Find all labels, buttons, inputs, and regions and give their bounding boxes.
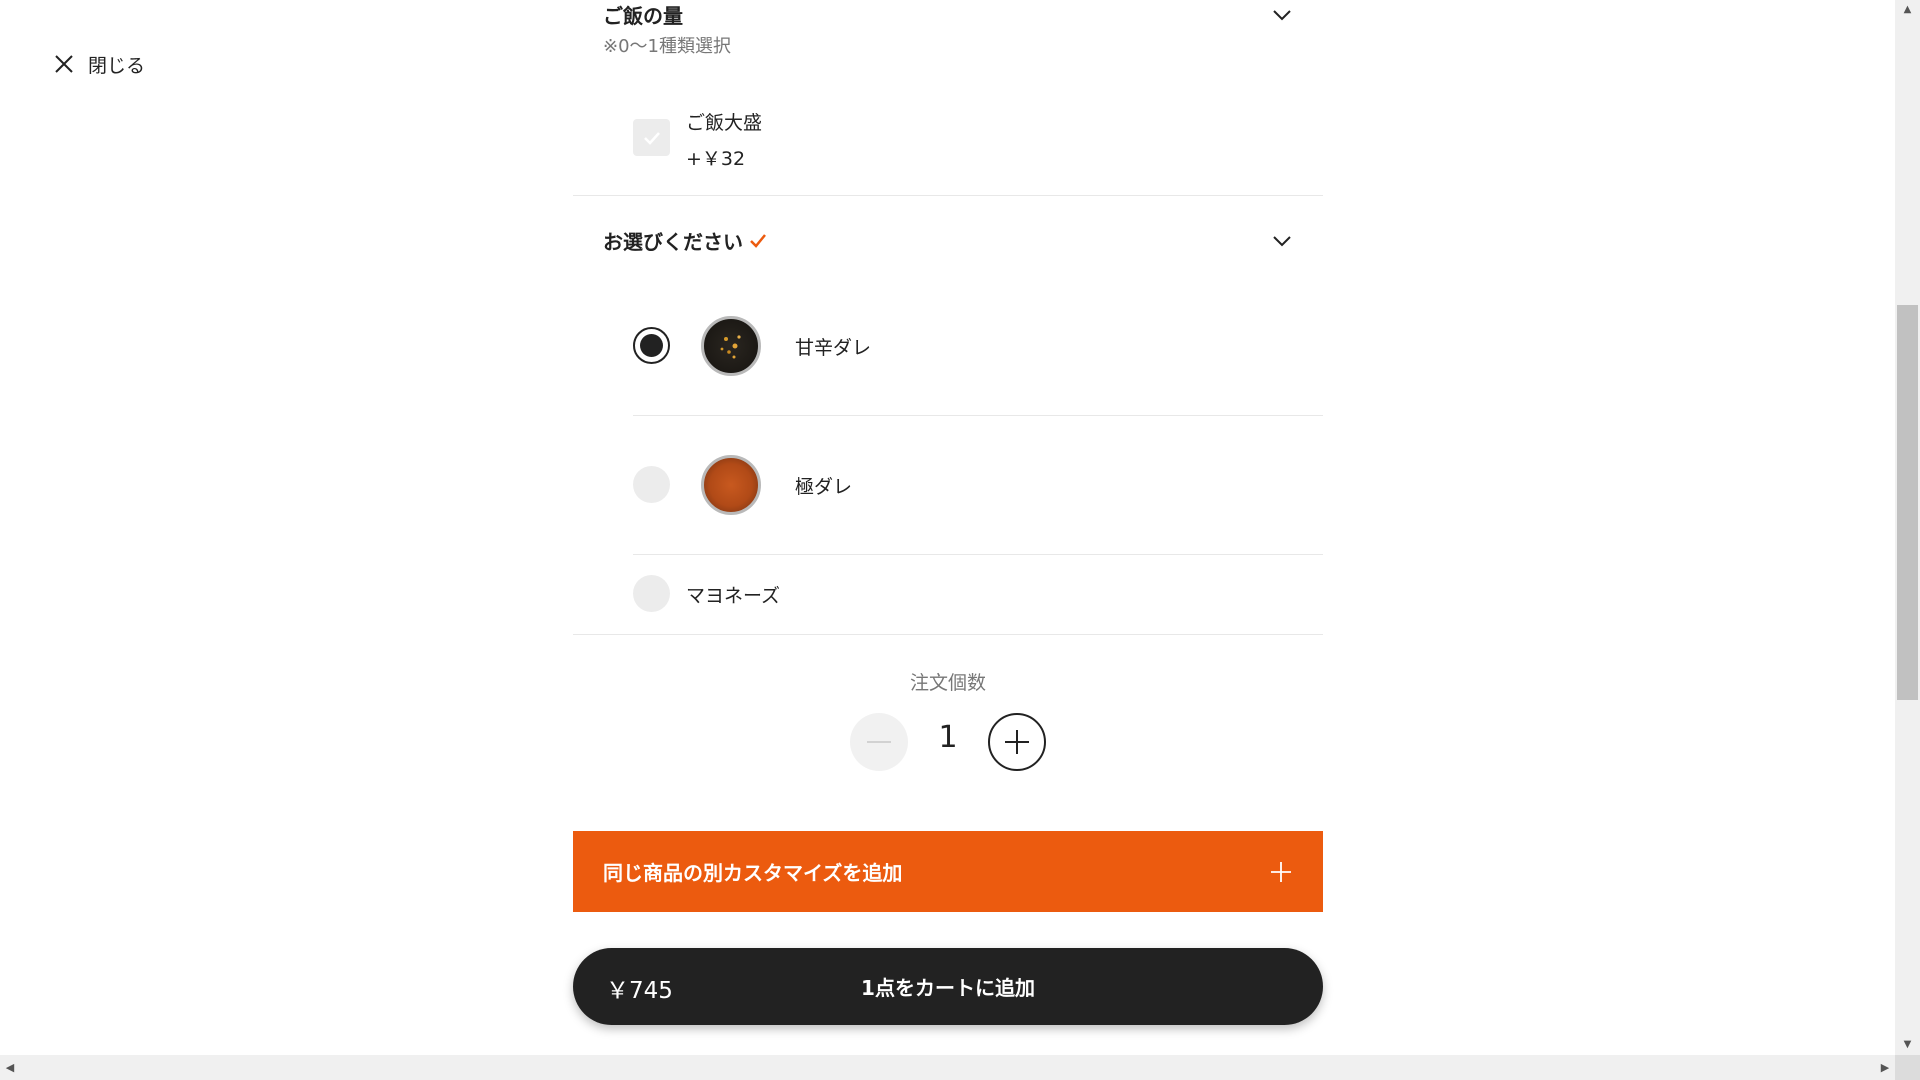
add-custom-variant-label: 同じ商品の別カスタマイズを追加 xyxy=(603,861,903,885)
radio-unselected[interactable] xyxy=(633,466,670,503)
divider xyxy=(633,554,1323,555)
check-icon xyxy=(643,131,660,145)
radio-unselected[interactable] xyxy=(633,575,670,612)
vertical-scrollbar-thumb[interactable] xyxy=(1897,305,1918,700)
scrollbar-corner xyxy=(1895,1055,1920,1080)
check-mark-icon xyxy=(750,233,766,248)
minus-icon xyxy=(867,741,891,743)
divider xyxy=(573,634,1323,635)
close-label: 閉じる xyxy=(88,54,146,77)
rice-section-header[interactable]: ご飯の量 xyxy=(603,0,1293,29)
add-custom-variant-button[interactable]: 同じ商品の別カスタマイズを追加 xyxy=(573,831,1323,912)
scroll-right-arrow-icon[interactable]: ▶ xyxy=(1875,1055,1895,1080)
sauce-option-label: 甘辛ダレ xyxy=(795,337,872,359)
add-to-cart-button[interactable]: ￥745 1点をカートに追加 xyxy=(573,948,1323,1025)
rice-section-title: ご飯の量 xyxy=(603,4,683,28)
scroll-up-arrow-icon[interactable]: ▲ xyxy=(1895,0,1920,20)
scroll-down-arrow-icon[interactable]: ▼ xyxy=(1895,1035,1920,1055)
rice-large-price: +￥32 xyxy=(686,148,746,170)
close-button[interactable]: 閉じる xyxy=(52,50,145,78)
rice-large-label: ご飯大盛 xyxy=(686,112,763,134)
scroll-left-arrow-icon[interactable]: ◀ xyxy=(0,1055,20,1080)
divider xyxy=(633,415,1323,416)
radio-selected[interactable] xyxy=(633,327,670,364)
decrement-button[interactable] xyxy=(850,713,908,771)
kiwami-sauce-image xyxy=(701,455,761,515)
divider xyxy=(573,195,1323,196)
quantity-value: 1 xyxy=(938,720,958,755)
chevron-down-icon xyxy=(1273,235,1291,246)
chevron-down-icon xyxy=(1273,9,1291,20)
plus-icon xyxy=(1005,730,1029,754)
sauce-option-label: 極ダレ xyxy=(795,476,853,498)
increment-button[interactable] xyxy=(988,713,1046,771)
customization-panel: ご飯の量 ※0〜1種類選択 ご飯大盛 +￥32 お選びください 甘辛ダレ 極ダレ… xyxy=(573,0,1323,1055)
sauce-texture-icon xyxy=(720,335,741,359)
horizontal-scrollbar[interactable]: ◀ ▶ xyxy=(0,1055,1895,1080)
sauce-option-label: マヨネーズ xyxy=(686,585,781,607)
plus-icon xyxy=(1271,861,1291,882)
vertical-scrollbar[interactable]: ▲ ▼ xyxy=(1895,0,1920,1055)
rice-large-checkbox[interactable] xyxy=(633,119,670,156)
rice-section-subtitle: ※0〜1種類選択 xyxy=(603,36,731,57)
add-to-cart-label: 1点をカートに追加 xyxy=(861,976,1035,1000)
sauce-section-header[interactable]: お選びください xyxy=(603,226,1293,255)
close-icon xyxy=(55,55,73,73)
sweet-spicy-sauce-image xyxy=(701,316,761,376)
quantity-label: 注文個数 xyxy=(909,672,986,694)
sauce-section-title: お選びください xyxy=(603,230,743,254)
